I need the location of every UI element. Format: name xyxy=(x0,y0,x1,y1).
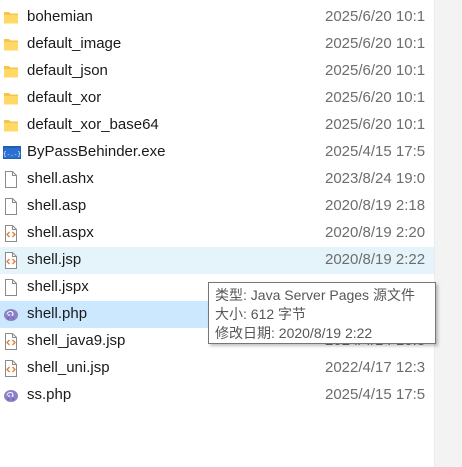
file-row[interactable]: default_image 2025/6/20 10:1 xyxy=(0,31,434,58)
file-date-modified: 2025/6/20 10:1 xyxy=(325,62,426,79)
scrollbar[interactable] xyxy=(434,0,462,467)
file-name: default_xor_base64 xyxy=(27,116,159,133)
file-row[interactable]: shell_uni.jsp 2022/4/17 12:3 xyxy=(0,355,434,382)
file-row[interactable]: bohemian 2025/6/20 10:1 xyxy=(0,4,434,31)
file-row[interactable]: {-.-} ByPassBehinder.exe 2025/4/15 17:5 xyxy=(0,139,434,166)
code-file-icon xyxy=(3,360,19,377)
file-date-modified: 2025/4/15 17:5 xyxy=(325,386,426,403)
file-date-modified: 2025/4/15 17:5 xyxy=(325,143,426,160)
tooltip-modified: 修改日期: 2020/8/19 2:22 xyxy=(215,325,373,341)
php-file-icon xyxy=(3,306,19,323)
exe-icon: {-.-} xyxy=(3,144,21,161)
file-date-modified: 2025/6/20 10:1 xyxy=(325,89,426,106)
php-file-icon xyxy=(3,387,19,404)
folder-icon xyxy=(3,63,19,80)
file-row[interactable]: default_xor_base64 2025/6/20 10:1 xyxy=(0,112,434,139)
code-file-icon xyxy=(3,225,19,242)
file-date-modified: 2025/6/20 10:1 xyxy=(325,8,426,25)
file-date-modified: 2022/4/17 12:3 xyxy=(325,359,426,376)
file-date-modified: 2020/8/19 2:18 xyxy=(325,197,426,214)
folder-icon xyxy=(3,9,19,26)
folder-icon xyxy=(3,117,19,134)
file-date-modified: 2020/8/19 2:20 xyxy=(325,224,426,241)
file-name: default_xor xyxy=(27,89,102,106)
file-name: shell_java9.jsp xyxy=(27,332,126,349)
file-date-modified: 2025/6/20 10:1 xyxy=(325,116,426,133)
file-row[interactable]: default_xor 2025/6/20 10:1 xyxy=(0,85,434,112)
file-row[interactable]: shell.jsp 2020/8/19 2:22 xyxy=(0,247,434,274)
svg-text:{-.-}: {-.-} xyxy=(3,151,21,158)
file-name: shell.asp xyxy=(27,197,87,214)
tooltip-type: 类型: Java Server Pages 源文件 xyxy=(215,287,415,303)
folder-icon xyxy=(3,36,19,53)
file-name: shell.ashx xyxy=(27,170,94,187)
file-name: ByPassBehinder.exe xyxy=(27,143,166,160)
file-date-modified: 2025/6/20 10:1 xyxy=(325,35,426,52)
file-name: ss.php xyxy=(27,386,72,403)
file-name: shell.aspx xyxy=(27,224,94,241)
blank-file-icon xyxy=(3,279,19,296)
code-file-icon xyxy=(3,252,19,269)
file-date-modified: 2020/8/19 2:22 xyxy=(325,251,426,268)
folder-icon xyxy=(3,90,19,107)
file-row[interactable]: ss.php 2025/4/15 17:5 xyxy=(0,382,434,409)
file-name: shell.jspx xyxy=(27,278,89,295)
file-name: shell_uni.jsp xyxy=(27,359,110,376)
code-file-icon xyxy=(3,333,19,350)
file-row[interactable]: shell.aspx 2020/8/19 2:20 xyxy=(0,220,434,247)
tooltip-size: 大小: 612 字节 xyxy=(215,306,307,322)
file-name: default_json xyxy=(27,62,108,79)
file-row[interactable]: shell.ashx 2023/8/24 19:0 xyxy=(0,166,434,193)
file-row[interactable]: shell.asp 2020/8/19 2:18 xyxy=(0,193,434,220)
file-list: bohemian 2025/6/20 10:1 default_image 2025/… xyxy=(0,4,434,409)
file-name: shell.jsp xyxy=(27,251,82,268)
file-date-modified: 2023/8/24 19:0 xyxy=(325,170,426,187)
file-name: bohemian xyxy=(27,8,93,25)
file-name: default_image xyxy=(27,35,122,52)
file-row[interactable]: default_json 2025/6/20 10:1 xyxy=(0,58,434,85)
blank-file-icon xyxy=(3,198,19,215)
blank-file-icon xyxy=(3,171,19,188)
file-name: shell.php xyxy=(27,305,88,322)
file-info-tooltip: 类型: Java Server Pages 源文件 大小: 612 字节 修改日… xyxy=(208,282,436,344)
